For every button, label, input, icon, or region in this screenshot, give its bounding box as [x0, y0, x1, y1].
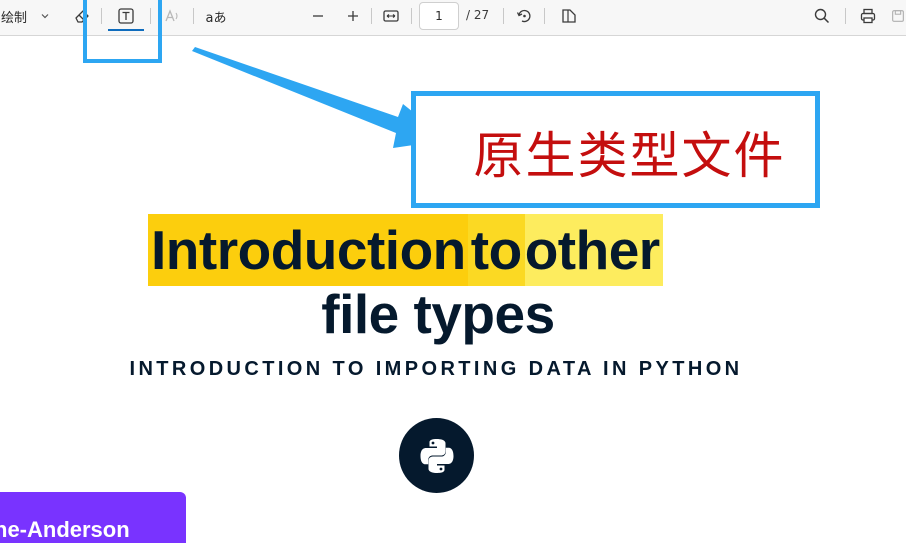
- callout-text: 原生类型文件: [473, 126, 786, 185]
- title-highlight-2: to: [467, 214, 525, 286]
- slide-title-line1: Introduction to other: [148, 214, 663, 286]
- title-highlight-1: Introduction: [148, 214, 468, 286]
- slide-title-line2: file types: [321, 283, 555, 345]
- python-logo-icon: [399, 418, 474, 493]
- author-name: ne-Anderson: [0, 517, 130, 542]
- slide-subtitle: INTRODUCTION TO IMPORTING DATA IN PYTHON: [129, 358, 743, 380]
- callout-box: 原生类型文件: [411, 91, 820, 208]
- title-highlight-3: other: [524, 214, 663, 286]
